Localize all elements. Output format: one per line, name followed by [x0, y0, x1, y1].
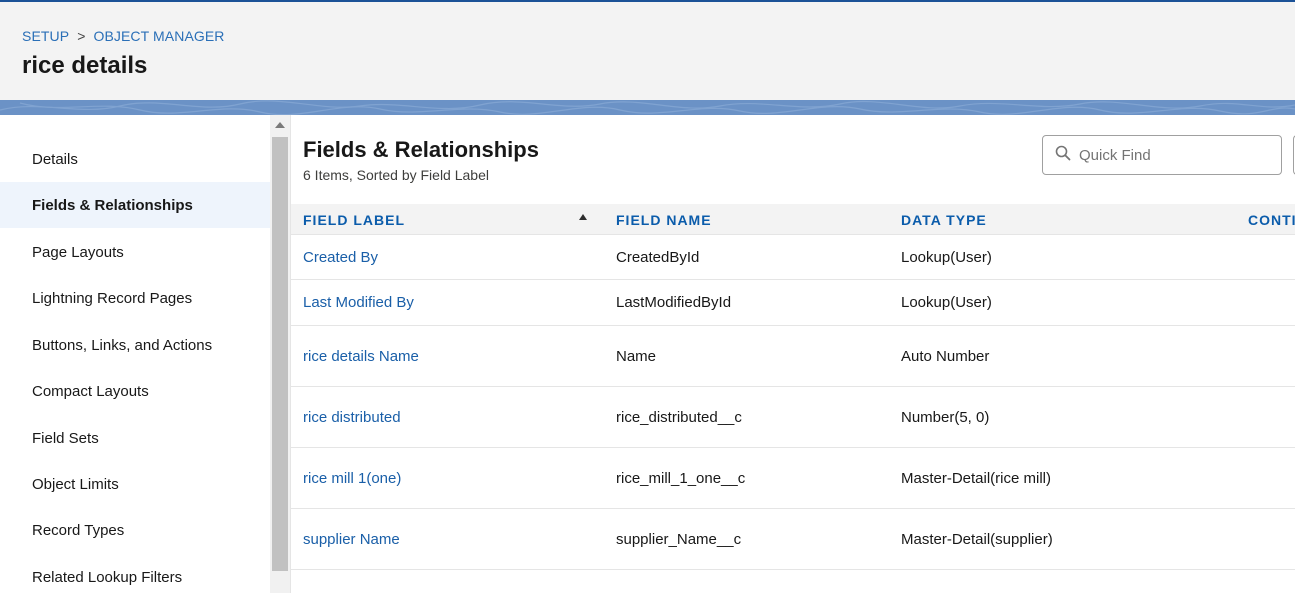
breadcrumb: SETUP > OBJECT MANAGER — [22, 28, 225, 44]
field-data-type: Number(5, 0) — [901, 408, 990, 426]
sidebar-item-lightning-record-pages[interactable]: Lightning Record Pages — [0, 275, 270, 321]
banner-pattern — [0, 100, 1295, 115]
sidebar-item-buttons-links-actions[interactable]: Buttons, Links, and Actions — [0, 322, 270, 368]
scroll-up-arrow-icon[interactable] — [275, 122, 285, 128]
scrollbar-thumb[interactable] — [272, 137, 288, 571]
object-manager-page: SETUP > OBJECT MANAGER rice details Deta… — [0, 0, 1295, 593]
sidebar-item-record-types[interactable]: Record Types — [0, 507, 270, 553]
sidebar-item-label: Field Sets — [32, 429, 99, 447]
sidebar-item-label: Compact Layouts — [32, 382, 149, 400]
field-data-type: Auto Number — [901, 347, 990, 365]
field-label-link[interactable]: Last Modified By — [303, 280, 414, 325]
table-row: Created By CreatedById Lookup(User) — [291, 235, 1295, 280]
field-data-type: Lookup(User) — [901, 294, 992, 311]
breadcrumb-setup[interactable]: SETUP — [22, 28, 69, 44]
decorative-banner — [0, 100, 1295, 115]
sidebar-item-label: Related Lookup Filters — [32, 568, 183, 586]
main-content: Fields & Relationships 6 Items, Sorted b… — [290, 115, 1295, 593]
sidebar-item-page-layouts[interactable]: Page Layouts — [0, 229, 270, 275]
table-row: Last Modified By LastModifiedById Lookup… — [291, 280, 1295, 326]
sidebar-item-field-sets[interactable]: Field Sets — [0, 415, 270, 461]
sidebar-item-label: Fields & Relationships — [32, 196, 193, 214]
table-row: rice mill 1(one) rice_mill_1_one__c Mast… — [291, 448, 1295, 509]
sidebar-item-fields-relationships[interactable]: Fields & Relationships — [0, 182, 270, 228]
sidebar-item-object-limits[interactable]: Object Limits — [0, 461, 270, 507]
field-api-name: LastModifiedById — [616, 294, 732, 311]
sidebar-item-label: Buttons, Links, and Actions — [32, 336, 213, 354]
column-header-controlling-field[interactable]: CONTI — [1248, 204, 1295, 235]
page-title: rice details — [22, 52, 148, 79]
sidebar-item-label: Page Layouts — [32, 243, 124, 261]
search-icon — [1055, 145, 1071, 166]
field-label-link[interactable]: rice distributed — [303, 387, 401, 447]
section-title: Fields & Relationships — [303, 137, 539, 162]
table-row: supplier Name supplier_Name__c Master-De… — [291, 509, 1295, 570]
sort-ascending-icon — [579, 214, 587, 220]
column-header-field-name[interactable]: FIELD NAME — [616, 204, 712, 235]
quick-find-input[interactable] — [1079, 146, 1259, 164]
sidebar-item-label: Details — [32, 150, 78, 168]
field-label-link[interactable]: rice details Name — [303, 326, 419, 386]
table-row: rice distributed rice_distributed__c Num… — [291, 387, 1295, 448]
sidebar-item-related-lookup-filters[interactable]: Related Lookup Filters — [0, 554, 270, 593]
sidebar-item-label: Record Types — [32, 521, 125, 539]
field-api-name: CreatedById — [616, 248, 700, 266]
field-api-name: rice_mill_1_one__c — [616, 469, 746, 487]
sidebar-item-details[interactable]: Details — [0, 136, 270, 182]
field-api-name: Name — [616, 347, 657, 365]
sidebar-item-compact-layouts[interactable]: Compact Layouts — [0, 368, 270, 414]
field-data-type: Master-Detail(supplier) — [901, 530, 1053, 548]
breadcrumb-object-manager[interactable]: OBJECT MANAGER — [93, 28, 224, 44]
sidebar-scrollbar[interactable] — [270, 115, 290, 593]
sidebar-item-label: Object Limits — [32, 475, 119, 493]
field-api-name: supplier_Name__c — [616, 530, 742, 548]
object-sidebar: Details Fields & Relationships Page Layo… — [0, 115, 270, 593]
field-data-type: Lookup(User) — [901, 248, 992, 266]
field-label-link[interactable]: Created By — [303, 235, 378, 279]
quick-find-box[interactable] — [1042, 135, 1282, 175]
page-header: SETUP > OBJECT MANAGER rice details — [0, 0, 1295, 100]
breadcrumb-separator: > — [77, 28, 86, 44]
field-label-link[interactable]: supplier Name — [303, 509, 400, 569]
field-api-name: rice_distributed__c — [616, 408, 742, 426]
column-header-field-label[interactable]: FIELD LABEL — [303, 204, 405, 235]
column-header-data-type[interactable]: DATA TYPE — [901, 204, 987, 235]
table-header: FIELD LABEL FIELD NAME DATA TYPE CONTI — [291, 204, 1295, 235]
field-data-type: Master-Detail(rice mill) — [901, 469, 1052, 487]
sidebar-item-label: Lightning Record Pages — [32, 289, 193, 307]
table-row: rice details Name Name Auto Number — [291, 326, 1295, 387]
field-label-link[interactable]: rice mill 1(one) — [303, 448, 401, 508]
item-count-summary: 6 Items, Sorted by Field Label — [303, 167, 489, 183]
